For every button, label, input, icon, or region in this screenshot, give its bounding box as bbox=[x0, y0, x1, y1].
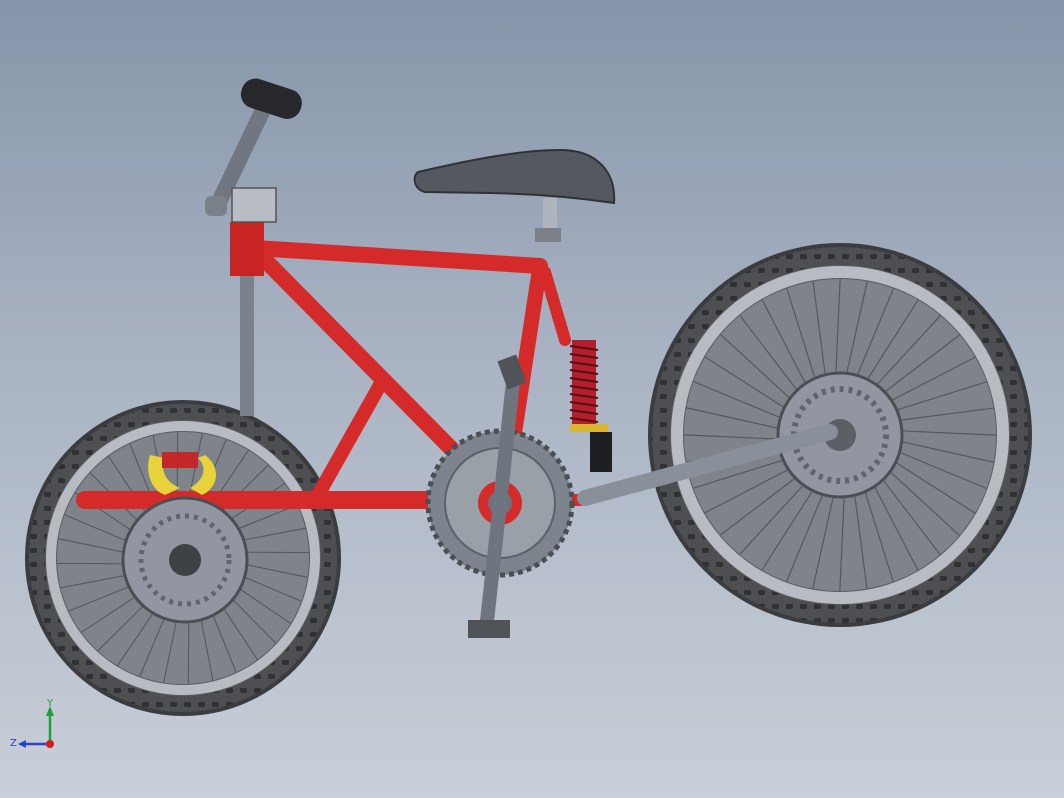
seat[interactable] bbox=[413, 148, 616, 242]
brake-bracket bbox=[162, 452, 198, 468]
crankset[interactable] bbox=[425, 354, 575, 638]
seat-clamp bbox=[535, 228, 561, 242]
z-axis-label: Z bbox=[10, 738, 17, 749]
cross-brace bbox=[311, 378, 387, 502]
seat-post bbox=[543, 198, 557, 232]
pedal-bottom[interactable] bbox=[468, 620, 510, 638]
steering-column bbox=[240, 276, 254, 416]
shock-spring bbox=[572, 340, 596, 430]
shock-body bbox=[590, 432, 612, 472]
rear-wheel[interactable] bbox=[648, 243, 1032, 627]
handlebar-joint bbox=[205, 196, 227, 216]
y-axis-label: Y bbox=[46, 698, 54, 709]
bicycle-model[interactable] bbox=[0, 0, 1064, 798]
z-arrow-icon bbox=[18, 740, 26, 748]
front-hub bbox=[169, 544, 201, 576]
shock-mount bbox=[539, 266, 571, 346]
handlebar-grip[interactable] bbox=[237, 75, 305, 123]
handlebar-clamp bbox=[231, 187, 277, 223]
cad-viewport[interactable]: Y Z bbox=[0, 0, 1064, 798]
handlebar-stem bbox=[212, 104, 270, 208]
rear-shock[interactable] bbox=[569, 340, 612, 472]
x-axis-icon bbox=[46, 740, 54, 748]
shock-adjuster bbox=[570, 424, 608, 432]
top-tube bbox=[247, 240, 548, 274]
axis-triad: Y Z bbox=[10, 698, 54, 749]
handlebar[interactable] bbox=[205, 75, 305, 223]
saddle[interactable] bbox=[413, 148, 616, 205]
head-tube bbox=[230, 222, 264, 276]
